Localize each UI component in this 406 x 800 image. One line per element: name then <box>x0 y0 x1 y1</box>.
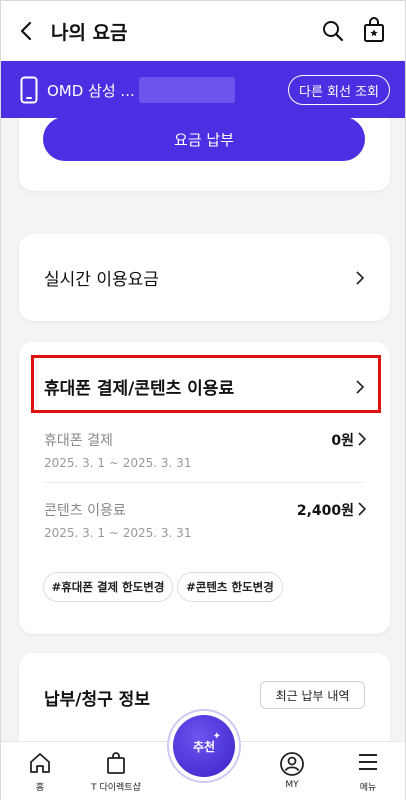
menu-icon <box>359 754 377 770</box>
content-fee-period: 2025. 3. 1 ~ 2025. 3. 31 <box>44 526 192 540</box>
home-icon <box>30 753 50 773</box>
chevron-right-icon[interactable] <box>357 502 367 516</box>
tab-home-label: 홈 <box>35 783 45 793</box>
phone-payment-limit-chip[interactable]: #휴대폰 결제 한도변경 <box>43 572 173 602</box>
chevron-right-icon <box>356 271 365 285</box>
pay-bill-button[interactable]: 요금 납부 <box>43 118 365 161</box>
content-limit-chip[interactable]: #콘텐츠 한도변경 <box>177 572 283 602</box>
profile-icon <box>280 752 304 776</box>
chevron-right-icon[interactable] <box>357 432 367 446</box>
phone-payment-amount[interactable]: 0원 <box>331 430 354 450</box>
page-title: 나의 요금 <box>51 22 128 44</box>
tab-home[interactable]: 홈 <box>5 742 75 800</box>
line-selector-bar: OMD 삼성 ... 다른 회선 조회 <box>1 61 405 118</box>
sparkle-icon: ✦ <box>212 731 221 742</box>
line-name: OMD 삼성 ... <box>47 82 135 100</box>
recommend-button[interactable]: 추천 ✦ <box>173 715 235 777</box>
tab-menu[interactable]: 메뉴 <box>333 742 403 800</box>
billing-info-label: 납부/청구 정보 <box>44 690 150 710</box>
content-area: 요금 납부 실시간 이용요금 휴대폰 결제/콘텐츠 이용료 휴대폰 결제 202… <box>1 118 405 741</box>
tab-my[interactable]: MY <box>257 742 327 800</box>
content-fee-amount[interactable]: 2,400원 <box>297 500 354 520</box>
realtime-usage-label: 실시간 이용요금 <box>44 270 159 290</box>
micropayment-card: 휴대폰 결제/콘텐츠 이용료 휴대폰 결제 2025. 3. 1 ~ 2025.… <box>19 342 390 634</box>
search-icon[interactable] <box>321 19 345 43</box>
tab-t-direct-shop[interactable]: T 다이렉트샵 <box>81 742 151 800</box>
shopping-bag-icon <box>107 752 125 774</box>
divider <box>44 482 364 483</box>
shopping-bag-icon[interactable] <box>362 17 386 43</box>
micropayment-heading[interactable]: 휴대폰 결제/콘텐츠 이용료 <box>44 374 234 399</box>
payment-card: 요금 납부 <box>19 118 390 191</box>
tab-menu-label: 메뉴 <box>359 783 377 793</box>
content-fee-label: 콘텐츠 이용료 <box>44 503 126 519</box>
phone-payment-label: 휴대폰 결제 <box>44 433 113 449</box>
other-line-button[interactable]: 다른 회선 조회 <box>288 75 390 105</box>
tab-direct-label: T 다이렉트샵 <box>91 783 141 793</box>
recent-payment-history-button[interactable]: 최근 납부 내역 <box>260 681 365 709</box>
top-header: 나의 요금 <box>1 1 405 61</box>
tab-my-label: MY <box>285 780 299 790</box>
masked-phone-number <box>139 77 235 103</box>
back-arrow-icon[interactable] <box>15 19 39 43</box>
phone-icon <box>20 76 38 104</box>
chevron-right-icon[interactable] <box>355 380 365 394</box>
realtime-usage-card[interactable]: 실시간 이용요금 <box>19 234 390 321</box>
phone-payment-period: 2025. 3. 1 ~ 2025. 3. 31 <box>44 456 192 470</box>
